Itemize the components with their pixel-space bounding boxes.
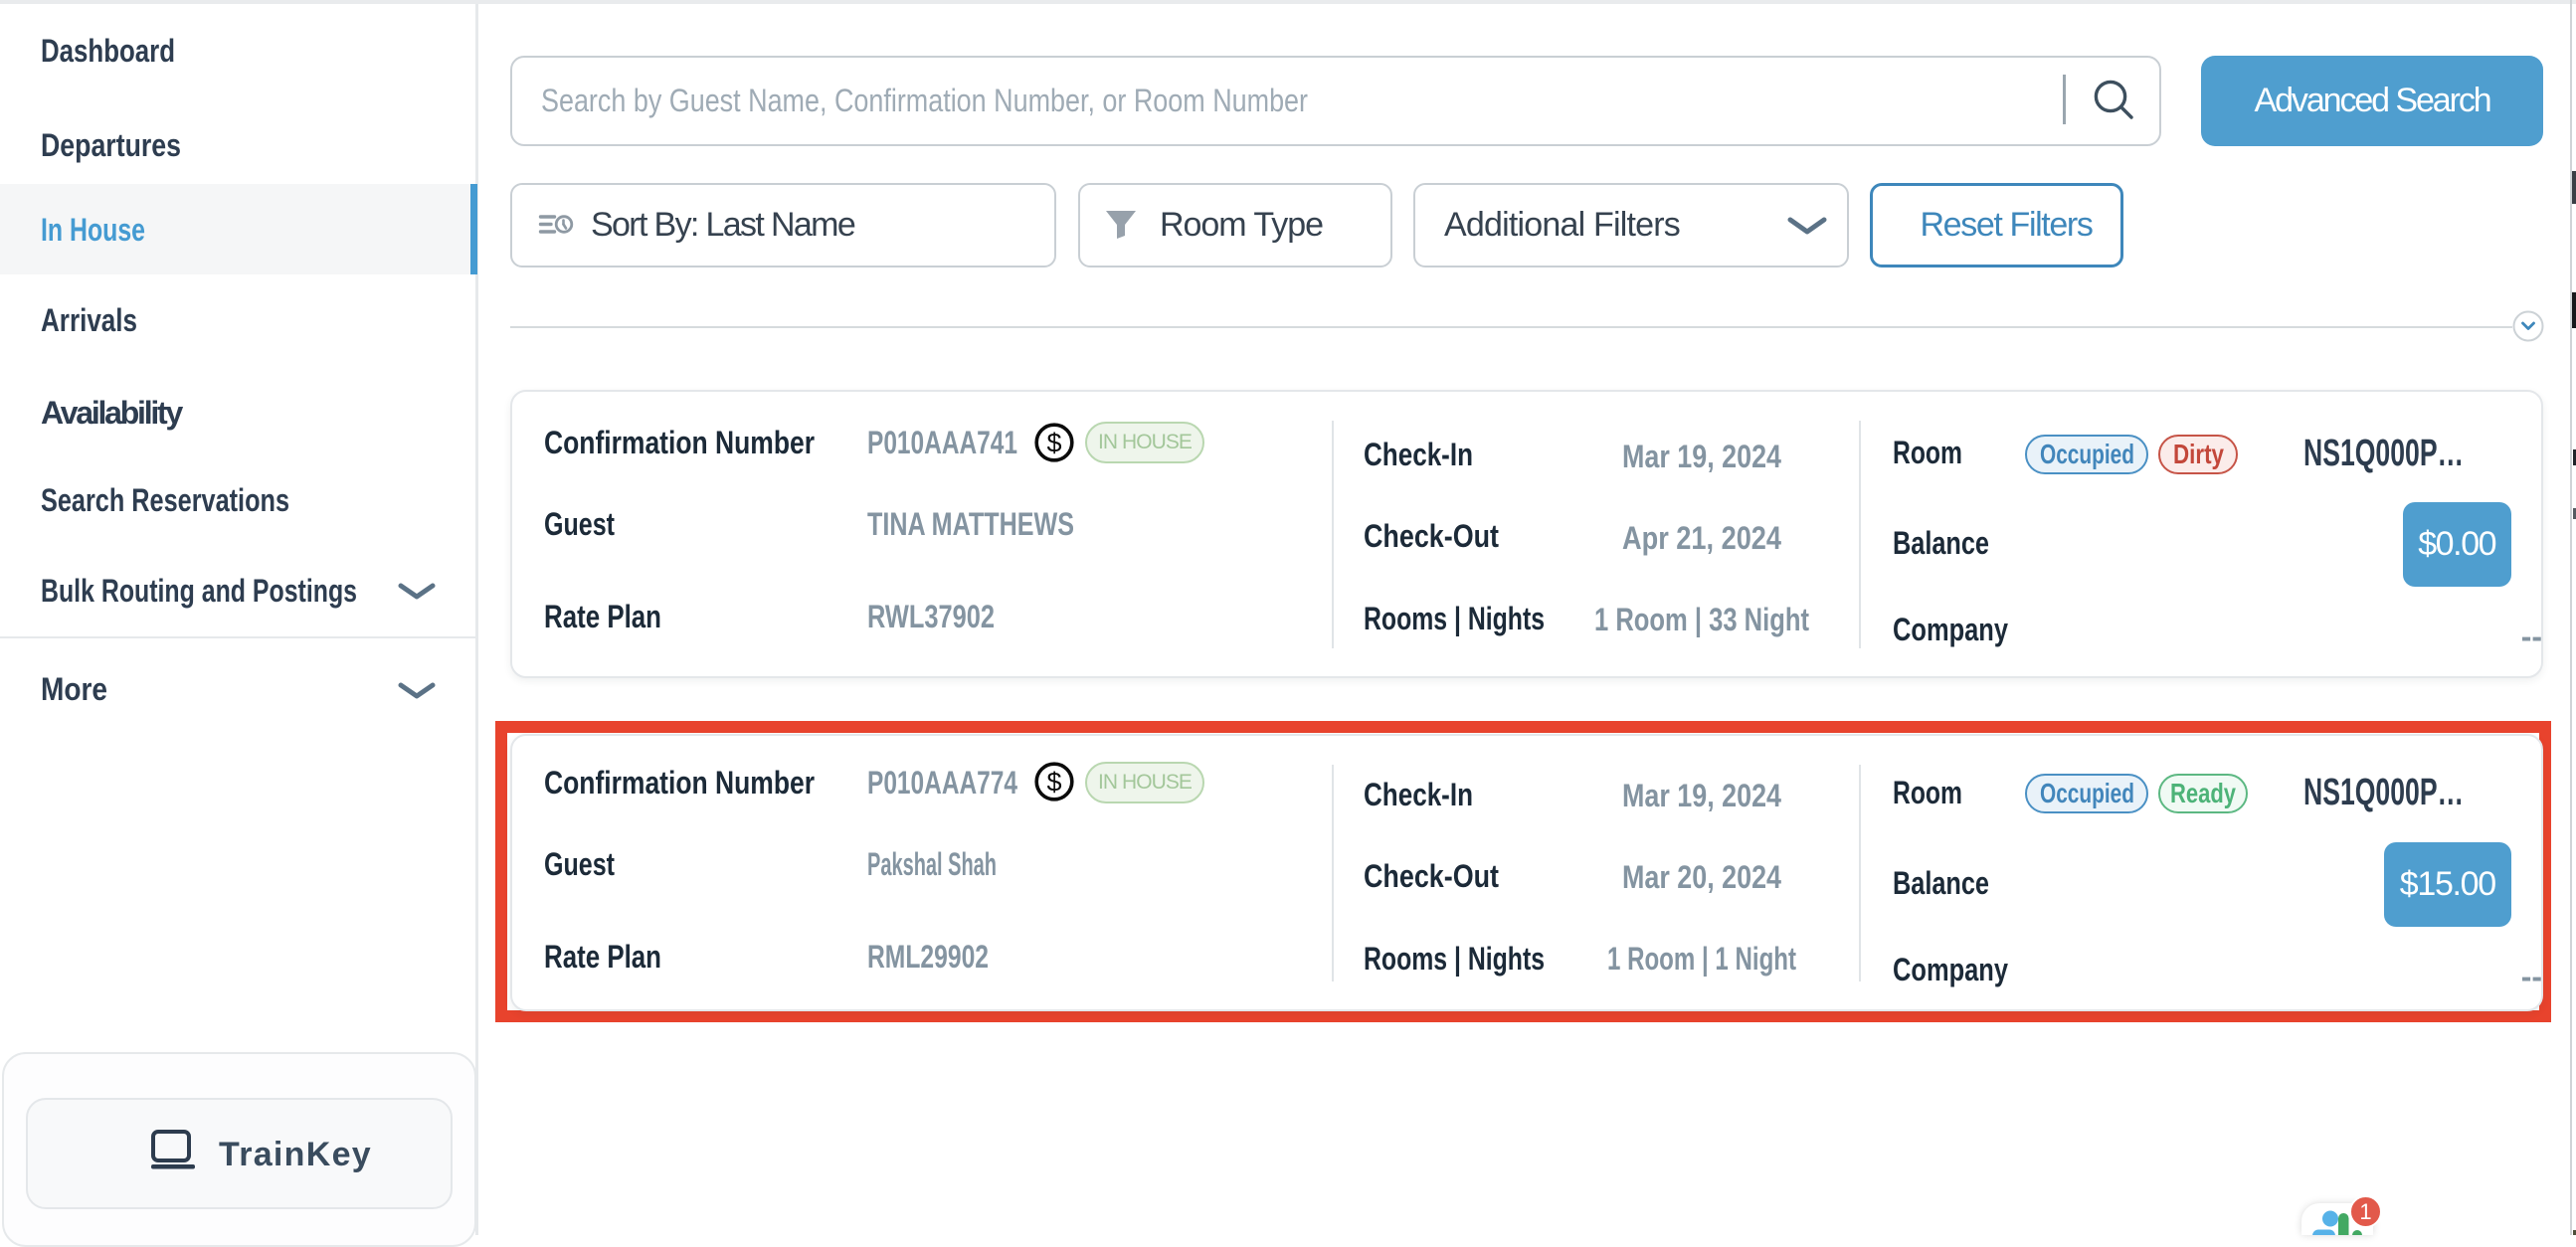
svg-text:$: $ (1046, 429, 1061, 458)
svg-text:$: $ (1046, 768, 1061, 798)
